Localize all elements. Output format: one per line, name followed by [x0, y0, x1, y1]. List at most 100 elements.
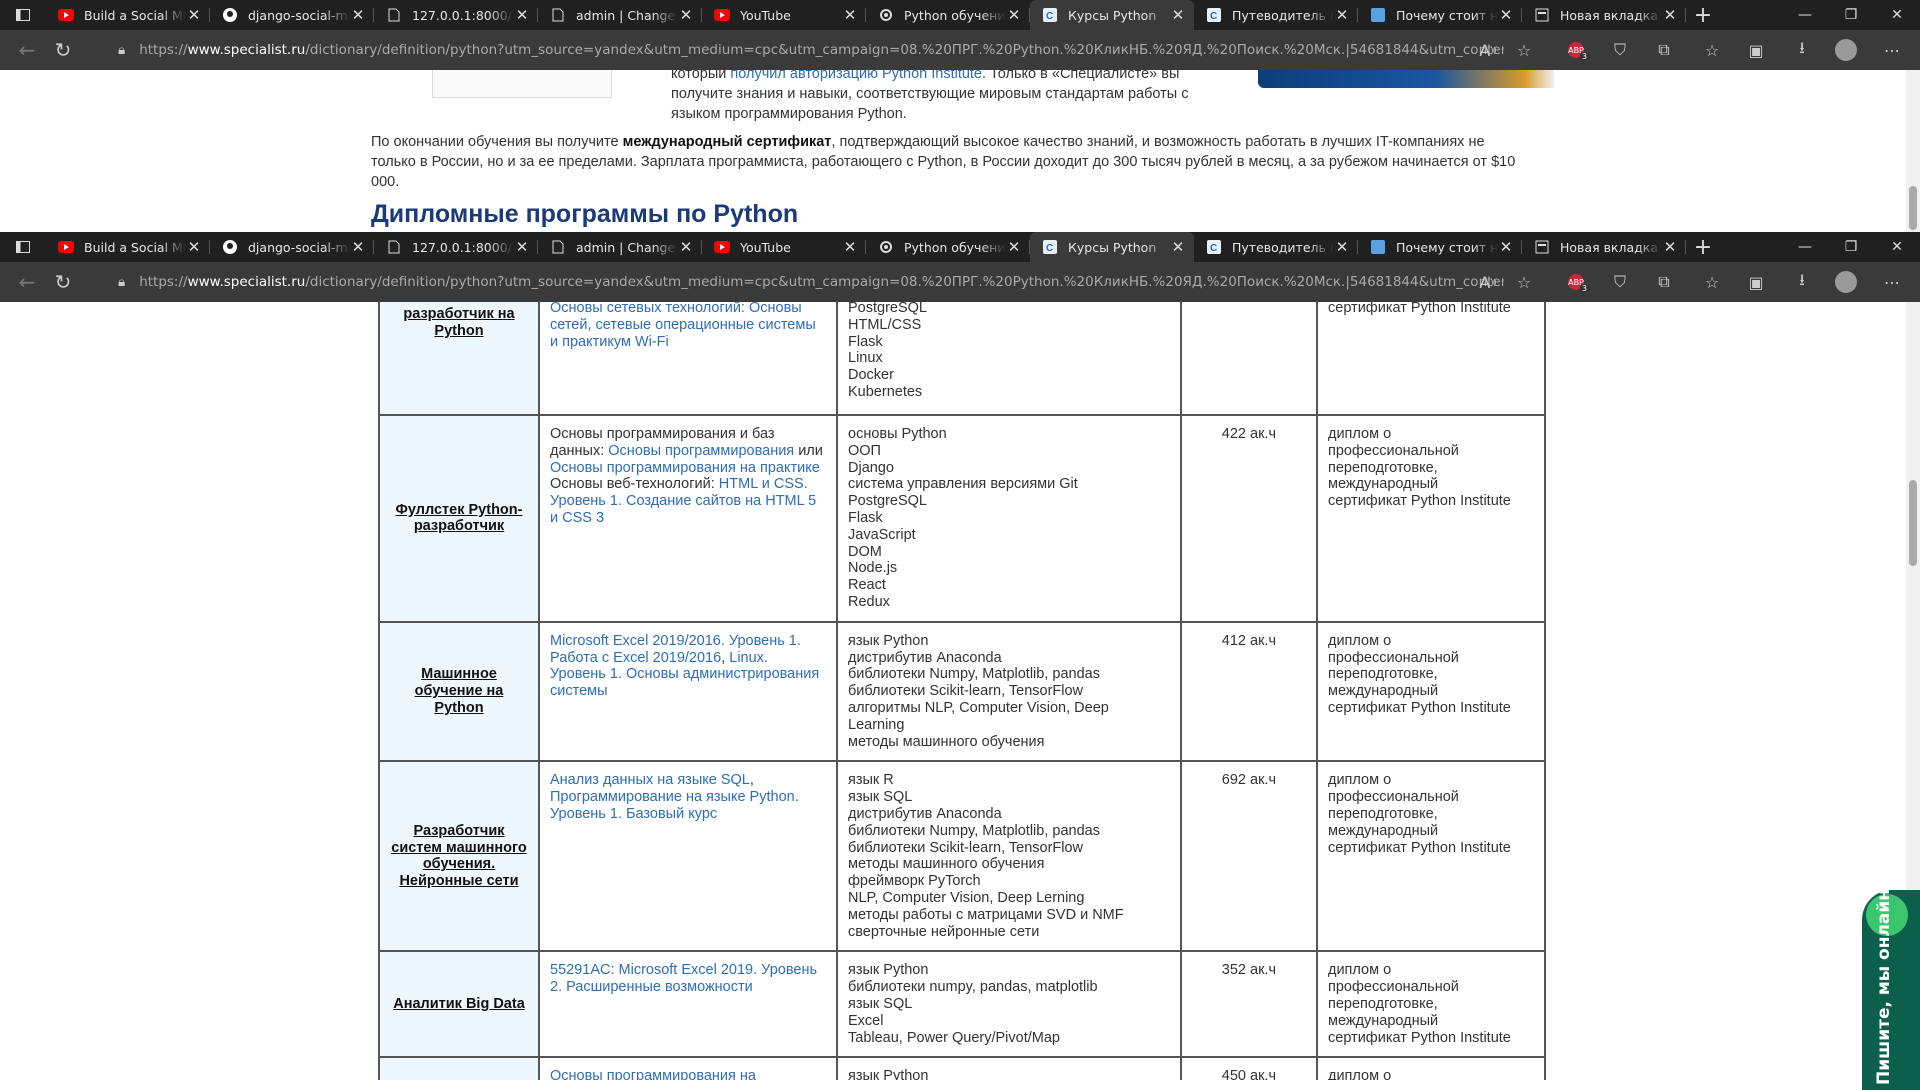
favorite-star-icon[interactable]: ☆	[1506, 30, 1542, 70]
close-tab-icon[interactable]: ✕	[1334, 6, 1350, 24]
adblock-icon[interactable]: ABP 3	[1558, 30, 1594, 70]
close-tab-icon[interactable]: ✕	[1170, 238, 1186, 256]
close-tab-icon[interactable]: ✕	[514, 6, 530, 24]
tab-1[interactable]: Build a Social Media✕	[46, 232, 210, 262]
tab-7[interactable]: C Курсы Python ✕	[1030, 232, 1194, 262]
tab-9[interactable]: Почему стоит научиться✕	[1358, 232, 1522, 262]
close-tab-icon[interactable]: ✕	[1170, 6, 1186, 24]
favorite-star-icon[interactable]: ☆	[1506, 262, 1542, 302]
downloads-icon[interactable]: ⭳	[1784, 262, 1820, 302]
shield-icon[interactable]: ⛉	[1602, 30, 1638, 70]
program-name-link[interactable]	[378, 1056, 540, 1080]
tab-5[interactable]: YouTube ✕	[702, 0, 866, 30]
restore-icon[interactable]: ❐	[1828, 232, 1874, 262]
more-menu-icon[interactable]: ⋯	[1874, 30, 1910, 70]
program-name-link[interactable]: Машинное обучение на Python	[378, 620, 540, 763]
tab-1[interactable]: Build a Social Media✕	[46, 0, 210, 30]
program-name-link[interactable]: разработчик на Python	[378, 302, 540, 416]
program-name-link[interactable]: Разработчик систем машинного обучения. Н…	[378, 760, 540, 953]
newtab-icon	[1534, 239, 1550, 255]
program-name-link[interactable]: Аналитик Big Data	[378, 950, 540, 1059]
new-tab-button[interactable]: +	[1686, 0, 1720, 30]
tab-2[interactable]: django-social-media✕	[210, 232, 374, 262]
close-window-icon[interactable]: ✕	[1874, 232, 1920, 262]
favorites-icon[interactable]: ☆	[1694, 30, 1730, 70]
close-tab-icon[interactable]: ✕	[1006, 238, 1022, 256]
tab-4[interactable]: admin | Change user✕	[538, 0, 702, 30]
tab-5[interactable]: YouTube ✕	[702, 232, 866, 262]
prereq-link[interactable]: Основы программирования	[608, 443, 794, 459]
tab-4[interactable]: admin | Change user✕	[538, 232, 702, 262]
program-name-link[interactable]: Фуллстек Python-разработчик	[378, 414, 540, 623]
refresh-icon[interactable]: ↻	[45, 30, 81, 70]
scrollbar-thumb[interactable]	[1909, 480, 1917, 566]
prereq-link[interactable]: 55291AC: Microsoft Excel 2019. Уровень 2…	[550, 962, 817, 995]
tab-3[interactable]: 127.0.0.1:8000/profile✕	[374, 0, 538, 30]
close-tab-icon[interactable]: ✕	[842, 238, 858, 256]
tab-6[interactable]: Python обучение ✕	[866, 0, 1030, 30]
close-tab-icon[interactable]: ✕	[1662, 6, 1678, 24]
read-aloud-icon[interactable]: A))	[1470, 30, 1506, 70]
extensions-icon[interactable]: ⧉	[1646, 30, 1682, 70]
restore-icon[interactable]: ❐	[1828, 0, 1874, 30]
minimize-icon[interactable]: —	[1782, 232, 1828, 262]
skill-item: Learning	[848, 716, 905, 733]
profile-avatar[interactable]	[1828, 30, 1864, 70]
back-icon[interactable]: ←	[9, 262, 45, 302]
tab-10[interactable]: Новая вкладка ✕	[1522, 0, 1686, 30]
tab-2[interactable]: django-social-media✕	[210, 0, 374, 30]
chat-widget-button[interactable]: Пишите, мы онлайн!	[1862, 890, 1920, 1090]
scrollbar-top[interactable]	[1906, 70, 1920, 232]
gear-icon	[878, 7, 894, 23]
close-tab-icon[interactable]: ✕	[1662, 238, 1678, 256]
close-tab-icon[interactable]: ✕	[1498, 6, 1514, 24]
close-tab-icon[interactable]: ✕	[1498, 238, 1514, 256]
new-tab-button[interactable]: +	[1686, 232, 1720, 262]
downloads-icon[interactable]: ⭳	[1784, 30, 1820, 70]
close-tab-icon[interactable]: ✕	[1334, 238, 1350, 256]
close-tab-icon[interactable]: ✕	[1006, 6, 1022, 24]
profile-avatar[interactable]	[1828, 262, 1864, 302]
close-tab-icon[interactable]: ✕	[350, 238, 366, 256]
close-tab-icon[interactable]: ✕	[186, 238, 202, 256]
minimize-icon[interactable]: —	[1782, 0, 1828, 30]
tab-actions-icon[interactable]	[0, 0, 46, 30]
back-icon[interactable]: ←	[9, 30, 45, 70]
tab-9[interactable]: Почему стоит научиться✕	[1358, 0, 1522, 30]
tab-title: Курсы Python	[1068, 7, 1157, 23]
close-tab-icon[interactable]: ✕	[842, 6, 858, 24]
favorites-icon[interactable]: ☆	[1694, 262, 1730, 302]
tab-10[interactable]: Новая вкладка ✕	[1522, 232, 1686, 262]
scrollbar-thumb[interactable]	[1909, 186, 1917, 230]
prereq-link[interactable]: Основы сетевых технологий: Основы сетей,…	[550, 302, 816, 350]
collections-icon[interactable]: ▣	[1738, 30, 1774, 70]
diploma-line: профессиональной	[1328, 442, 1459, 459]
tab-6[interactable]: Python обучение ✕	[866, 232, 1030, 262]
refresh-icon[interactable]: ↻	[45, 262, 81, 302]
collections-icon[interactable]: ▣	[1738, 262, 1774, 302]
prereq-link[interactable]: Программирование на языке Python. Уровен…	[550, 789, 799, 822]
prereq-link[interactable]: Основы программирования на практике	[550, 460, 820, 476]
tab-actions-icon[interactable]	[0, 232, 46, 262]
tab-8[interactable]: C Путеводитель по✕	[1194, 0, 1358, 30]
tab-8[interactable]: C Путеводитель по✕	[1194, 232, 1358, 262]
extensions-icon[interactable]: ⧉	[1646, 262, 1682, 302]
read-aloud-icon[interactable]: A))	[1470, 262, 1506, 302]
prereq-link[interactable]: Анализ данных на языке SQL	[550, 772, 750, 788]
shield-icon[interactable]: ⛉	[1602, 262, 1638, 302]
close-tab-icon[interactable]: ✕	[678, 238, 694, 256]
url-field[interactable]: 🔒︎ https://www.specialist.ru/dictionary/…	[104, 34, 1504, 66]
institute-link[interactable]: получил авторизацию Python Institute	[730, 70, 982, 82]
close-tab-icon[interactable]: ✕	[186, 6, 202, 24]
tab-title: Build a Social Media	[84, 239, 186, 255]
close-tab-icon[interactable]: ✕	[678, 6, 694, 24]
prereq-link[interactable]: Основы программирования на	[550, 1068, 756, 1080]
adblock-icon[interactable]: ABP 3	[1558, 262, 1594, 302]
tab-3[interactable]: 127.0.0.1:8000/profile✕	[374, 232, 538, 262]
more-menu-icon[interactable]: ⋯	[1874, 262, 1910, 302]
url-field[interactable]: 🔒︎ https://www.specialist.ru/dictionary/…	[104, 266, 1504, 298]
close-tab-icon[interactable]: ✕	[514, 238, 530, 256]
close-tab-icon[interactable]: ✕	[350, 6, 366, 24]
close-window-icon[interactable]: ✕	[1874, 0, 1920, 30]
tab-7[interactable]: C Курсы Python ✕	[1030, 0, 1194, 30]
